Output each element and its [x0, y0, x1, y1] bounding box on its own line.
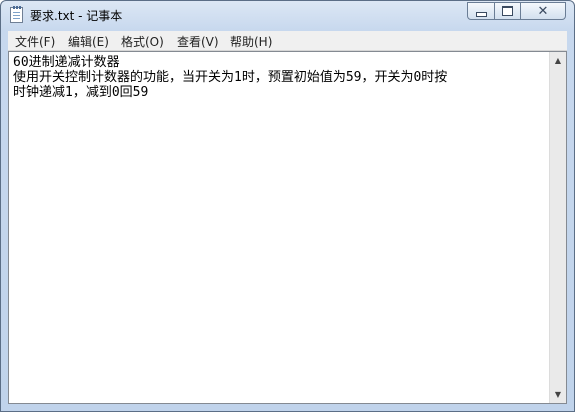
maximize-button[interactable]	[494, 2, 521, 20]
menu-view[interactable]: 查看(V)	[177, 33, 219, 50]
scroll-up-arrow-icon[interactable]: ▲	[550, 52, 566, 69]
menu-format[interactable]: 格式(O)	[121, 33, 164, 50]
window-title: 要求.txt - 记事本	[30, 9, 123, 23]
minimize-icon	[475, 12, 487, 17]
close-icon: ✕	[537, 3, 549, 19]
notepad-icon[interactable]	[10, 6, 23, 23]
text-line: 60进制递减计数器	[13, 55, 120, 70]
notepad-window: 要求.txt - 记事本 ✕ 文件(F) 编辑(E) 格式(O) 查看(V) 帮…	[0, 0, 575, 412]
text-line: 使用开关控制计数器的功能，当开关为1时，预置初始值为59，开关为0时按	[13, 70, 448, 85]
menu-file[interactable]: 文件(F)	[15, 33, 55, 50]
title-bar[interactable]: 要求.txt - 记事本 ✕	[1, 1, 574, 29]
close-button[interactable]: ✕	[520, 2, 566, 20]
scroll-down-arrow-icon[interactable]: ▼	[550, 386, 566, 403]
text-line: 时钟递减1，减到0回59	[13, 85, 149, 100]
menu-edit[interactable]: 编辑(E)	[68, 33, 109, 50]
maximize-icon	[502, 6, 513, 16]
menu-bar: 文件(F) 编辑(E) 格式(O) 查看(V) 帮助(H)	[8, 31, 567, 51]
document-text[interactable]: 60进制递减计数器 使用开关控制计数器的功能，当开关为1时，预置初始值为59，开…	[13, 55, 543, 100]
text-editor[interactable]: 60进制递减计数器 使用开关控制计数器的功能，当开关为1时，预置初始值为59，开…	[8, 51, 567, 404]
menu-help[interactable]: 帮助(H)	[230, 33, 272, 50]
vertical-scrollbar[interactable]: ▲ ▼	[549, 52, 566, 403]
minimize-button[interactable]	[467, 2, 495, 20]
